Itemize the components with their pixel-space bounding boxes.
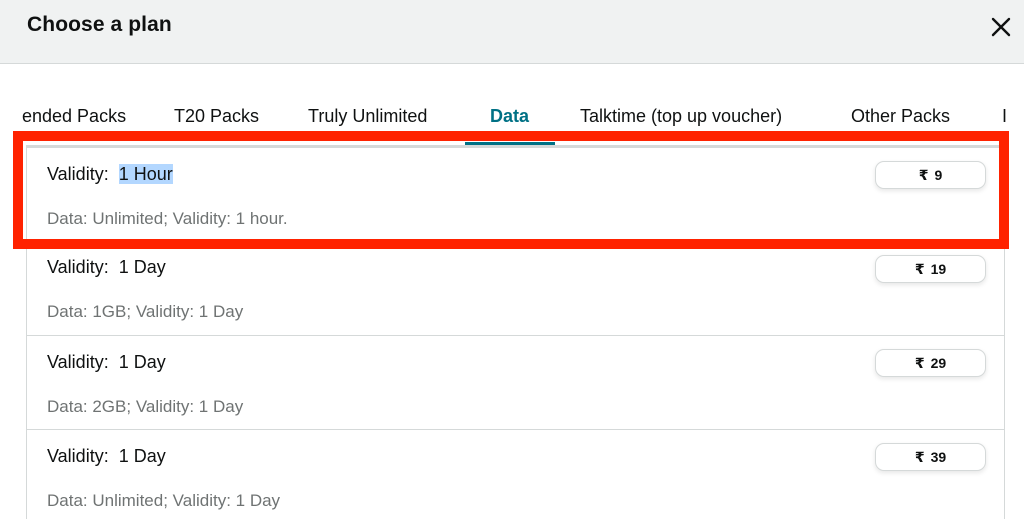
plan-row[interactable]: Validity: 1 Day Data: 2GB; Validity: 1 D… <box>27 335 1004 429</box>
validity-value: 1 Day <box>118 446 166 466</box>
plan-description: Data: Unlimited; Validity: 1 hour. <box>47 209 288 228</box>
validity-value: 1 Hour <box>118 164 173 184</box>
price-button[interactable]: ₹ 39 <box>875 443 986 471</box>
validity-label: Validity: <box>47 352 109 372</box>
validity-label: Validity: <box>47 164 109 184</box>
rupee-icon: ₹ <box>914 260 925 277</box>
rupee-icon: ₹ <box>914 448 925 465</box>
tab-data[interactable]: Data <box>490 106 529 127</box>
tab-t20-packs[interactable]: T20 Packs <box>174 106 259 127</box>
plan-row[interactable]: Validity: 1 Day Data: 1GB; Validity: 1 D… <box>27 241 1004 335</box>
modal-title: Choose a plan <box>27 13 172 36</box>
plan-validity: Validity: 1 Hour <box>47 164 173 185</box>
plan-validity: Validity: 1 Day <box>47 446 166 467</box>
price-value: 39 <box>930 449 947 465</box>
validity-label: Validity: <box>47 446 109 466</box>
tab-recommended-packs[interactable]: ended Packs <box>22 106 126 127</box>
plan-validity: Validity: 1 Day <box>47 257 166 278</box>
tab-overflow[interactable]: I <box>1002 106 1007 127</box>
modal-header: Choose a plan <box>0 0 1024 64</box>
plan-description: Data: Unlimited; Validity: 1 Day <box>47 491 281 510</box>
tab-truly-unlimited[interactable]: Truly Unlimited <box>308 106 427 127</box>
price-button[interactable]: ₹ 19 <box>875 255 986 283</box>
validity-label: Validity: <box>47 257 109 277</box>
price-value: 29 <box>930 355 947 371</box>
plan-validity: Validity: 1 Day <box>47 352 166 373</box>
plan-category-tabs: ended Packs T20 Packs Truly Unlimited Da… <box>0 64 1024 146</box>
price-button[interactable]: ₹ 29 <box>875 349 986 377</box>
price-value: 19 <box>930 261 947 277</box>
validity-value: 1 Day <box>118 352 166 372</box>
plan-list: Validity: 1 Hour Data: Unlimited; Validi… <box>26 146 1005 519</box>
close-button[interactable] <box>988 14 1014 40</box>
price-button[interactable]: ₹ 9 <box>875 161 986 189</box>
tab-talktime[interactable]: Talktime (top up voucher) <box>580 106 782 127</box>
close-icon <box>991 17 1011 37</box>
rupee-icon: ₹ <box>914 354 925 371</box>
validity-value: 1 Day <box>118 257 166 277</box>
plan-description: Data: 2GB; Validity: 1 Day <box>47 397 244 416</box>
plan-description: Data: 1GB; Validity: 1 Day <box>47 302 244 321</box>
plan-row[interactable]: Validity: 1 Hour Data: Unlimited; Validi… <box>27 146 1004 240</box>
rupee-icon: ₹ <box>918 166 929 183</box>
price-value: 9 <box>934 167 943 183</box>
tab-other-packs[interactable]: Other Packs <box>851 106 950 127</box>
plan-row[interactable]: Validity: 1 Day Data: Unlimited; Validit… <box>27 429 1004 523</box>
